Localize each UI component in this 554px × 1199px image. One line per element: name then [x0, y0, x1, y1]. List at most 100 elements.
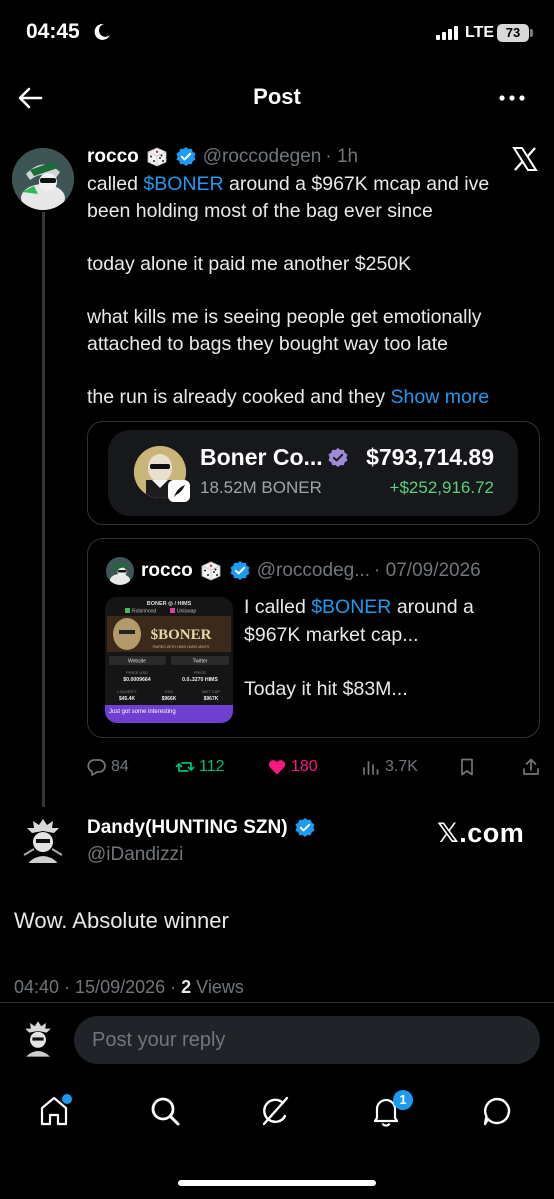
verified-badge-icon	[176, 147, 196, 166]
battery-icon: 73	[497, 24, 533, 42]
quote-date: · 07/09/2026	[374, 560, 481, 581]
search-icon	[151, 1097, 180, 1126]
tab-home[interactable]	[37, 1094, 73, 1130]
thumb-liquidity-label: LIQUIDITY	[117, 689, 137, 694]
thumb-liquidity: $45.4K	[119, 696, 136, 702]
heart-icon	[268, 760, 286, 775]
like-count: 180	[291, 758, 318, 775]
quote-media-thumbnail[interactable]: BONER ◎ / HIMS Robinhood Uniswap $BONER …	[105, 597, 233, 723]
thumb-source-a: Robinhood	[132, 609, 156, 615]
network-type: LTE	[465, 24, 495, 41]
thumb-source-b: Uniswap	[177, 609, 196, 615]
views-count: 3.7K	[385, 758, 418, 775]
grok-icon	[262, 1096, 289, 1126]
views-button[interactable]: 3.7K	[361, 757, 418, 777]
reply-input[interactable]	[74, 1016, 540, 1064]
composer-avatar	[18, 1018, 58, 1060]
cashtag-link[interactable]: $BONER	[143, 173, 223, 195]
repost-count: 112	[199, 758, 225, 775]
show-more-link[interactable]: Show more	[391, 386, 490, 408]
thumb-price: 0.0₄3270 HIMS	[182, 677, 218, 683]
battery-level: 73	[497, 24, 529, 42]
views-number: 2	[181, 977, 192, 997]
thumb-fdv-label: FDV	[165, 689, 173, 694]
home-indicator	[178, 1180, 376, 1186]
token-card[interactable]: Boner Co... 18.52M BONER $793,714.89 +$2…	[87, 421, 540, 525]
post-text-para1: called $BONER around a $967K mcap and iv…	[87, 173, 490, 222]
quote-text: I called $BONER around a $967K market ca…	[244, 593, 530, 703]
author-handle[interactable]: @roccodegen	[203, 146, 322, 168]
post-author-line: rocco @roccodegen · 1h	[87, 144, 358, 170]
post-text-para3: what kills me is seeing people get emoti…	[87, 306, 482, 355]
notification-badge: 1	[393, 1090, 413, 1110]
token-value: $793,714.89	[366, 444, 494, 470]
tab-search[interactable]	[148, 1094, 184, 1130]
post-header: Post	[0, 70, 554, 126]
thumb-footer: Just got some interesting	[109, 709, 176, 715]
home-unread-dot	[62, 1094, 72, 1104]
views-chart-icon	[363, 761, 379, 775]
x-logo-icon	[512, 147, 538, 171]
dice-emoji-icon	[201, 561, 221, 581]
reply-icon	[87, 759, 106, 776]
post-text-para4: the run is already cooked and they Show …	[87, 386, 490, 408]
post-actions: 84 112 180 3.7K	[87, 754, 542, 780]
robinhood-feather-icon	[168, 480, 190, 502]
avatar[interactable]	[12, 148, 74, 210]
moon-icon	[94, 23, 110, 40]
dice-emoji-icon	[147, 147, 167, 167]
thumb-website: Website	[128, 659, 146, 665]
quote-avatar	[106, 557, 134, 585]
reply-author-name[interactable]: Dandy(HUNTING SZN)	[87, 817, 288, 839]
divider	[0, 1002, 554, 1003]
repost-button[interactable]: 112	[175, 757, 225, 777]
post-meta: 04:40 · 15/09/2026 · 2 Views	[14, 977, 244, 998]
reply-author-handle[interactable]: @iDandizzi	[87, 844, 183, 866]
quoted-post[interactable]: rocco @roccodeg... · 07/09/2026 BONER ◎ …	[87, 538, 540, 738]
reply-name-line: Dandy(HUNTING SZN)	[87, 817, 322, 839]
thumb-tagline: PAIRED WITH HIMS HARD MINTS	[153, 645, 210, 649]
xcom-logo: 𝕏.com	[437, 818, 525, 848]
tab-notifications[interactable]: 1	[369, 1090, 413, 1130]
signal-icon	[436, 26, 458, 40]
post-time: · 1h	[325, 146, 359, 167]
thread-connector	[42, 212, 45, 807]
thumb-price-label: PRICE	[194, 670, 207, 675]
verified-badge-icon	[295, 818, 315, 837]
thumb-mcap: $967K	[204, 696, 219, 702]
status-time: 04:45	[26, 20, 80, 43]
author-name[interactable]: rocco	[87, 146, 139, 168]
thumb-pair: BONER ◎ / HIMS	[147, 601, 192, 607]
quote-cashtag-link[interactable]: $BONER	[311, 596, 391, 618]
thumb-mcap-label: MKT CAP	[202, 689, 220, 694]
thumb-banner: $BONER	[151, 627, 212, 643]
token-verified-icon	[328, 448, 348, 467]
reply-button[interactable]: 84	[87, 757, 129, 777]
repost-icon	[175, 762, 195, 772]
status-bar: 04:45 LTE 73	[0, 0, 554, 66]
quote-handle: @roccodeg...	[256, 560, 371, 581]
token-card-inner[interactable]: Boner Co... 18.52M BONER $793,714.89 +$2…	[108, 430, 518, 516]
thumb-fdv: $966K	[162, 696, 177, 702]
post-timestamp: 04:40 · 15/09/2026 ·	[14, 977, 182, 997]
bookmark-icon	[461, 758, 473, 776]
reply-avatar[interactable]	[18, 815, 68, 867]
thumb-price-usd: $0.0009664	[123, 677, 151, 683]
verified-badge-icon	[230, 561, 250, 580]
tab-grok[interactable]	[258, 1094, 294, 1130]
tab-messages[interactable]	[480, 1094, 516, 1130]
token-amount: 18.52M BONER	[200, 478, 322, 497]
page-title: Post	[253, 84, 301, 109]
token-change: +$252,916.72	[389, 478, 494, 497]
bookmark-button[interactable]	[457, 757, 481, 777]
share-button[interactable]	[521, 757, 545, 777]
quote-author-line: rocco @roccodeg... · 07/09/2026	[141, 557, 481, 585]
more-options-icon[interactable]	[496, 84, 528, 112]
like-button[interactable]: 180	[267, 757, 318, 777]
share-icon	[523, 758, 539, 775]
thumb-price-usd-label: PRICE USD	[126, 670, 148, 675]
reply-text: Wow. Absolute winner	[14, 908, 229, 933]
post-text-para2: today alone it paid me another $250K	[87, 253, 412, 275]
thumb-twitter: Twitter	[193, 659, 208, 665]
quote-text-2: Today it hit $83M...	[244, 678, 408, 700]
